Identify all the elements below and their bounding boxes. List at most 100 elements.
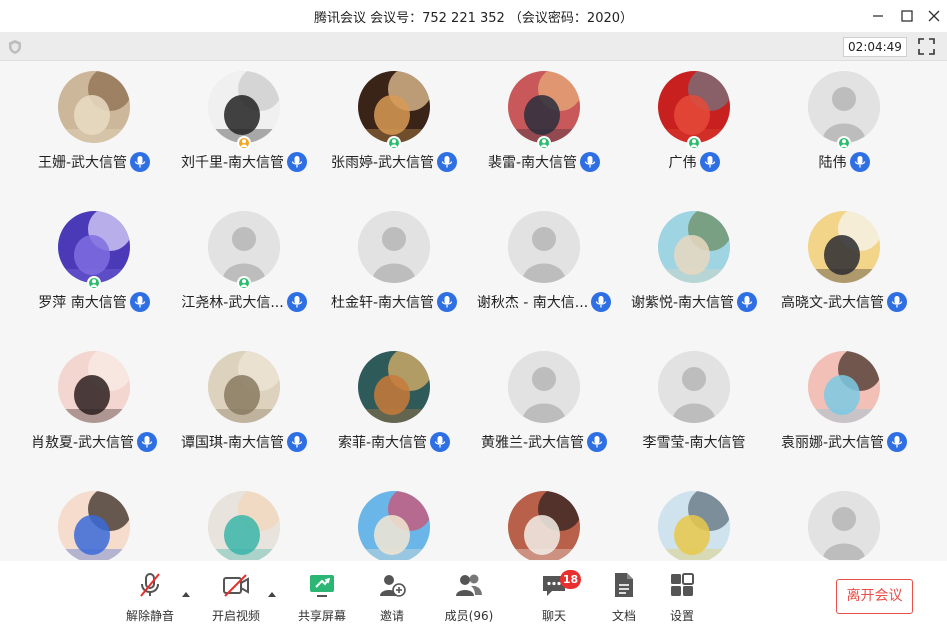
default-avatar-icon bbox=[358, 211, 430, 283]
participant-name-text: 谭国琪-南大信管 bbox=[180, 435, 285, 451]
participant-tile[interactable] bbox=[619, 481, 769, 560]
host-badge-icon bbox=[387, 136, 401, 150]
participant-name: 刘千里-南大信管 bbox=[169, 152, 319, 172]
participant-avatar bbox=[58, 491, 130, 560]
members-button[interactable]: 成员(96) bbox=[436, 561, 502, 631]
video-options-caret-icon[interactable] bbox=[267, 583, 277, 597]
participant-name: 张雨婷-武大信管 bbox=[319, 152, 469, 172]
chat-unread-badge: 18 bbox=[560, 570, 581, 589]
participant-tile[interactable]: 裴雷-南大信管 bbox=[469, 61, 619, 201]
participant-name-text: 罗萍 南大信管 bbox=[38, 295, 127, 311]
shield-icon[interactable] bbox=[7, 39, 23, 59]
leave-meeting-button[interactable]: 离开会议 bbox=[836, 579, 913, 614]
info-bar bbox=[0, 32, 947, 61]
participant-avatar bbox=[808, 351, 880, 423]
participant-avatar bbox=[358, 491, 430, 560]
audio-options-caret-icon[interactable] bbox=[181, 583, 191, 597]
docs-button[interactable]: 文档 bbox=[596, 561, 652, 631]
participant-tile[interactable]: 黄雅兰-武大信管 bbox=[469, 341, 619, 481]
default-avatar-icon bbox=[808, 71, 880, 143]
mic-on-icon bbox=[430, 432, 451, 452]
share-screen-label: 共享屏幕 bbox=[297, 609, 346, 623]
participant-name: 裴雷-南大信管 bbox=[469, 152, 619, 172]
participant-tile[interactable]: 谢秋杰 - 南大信... bbox=[469, 201, 619, 341]
participant-name-text: 高晓文-武大信管 bbox=[780, 295, 885, 311]
participant-tile[interactable]: 王姗-武大信管 bbox=[19, 61, 169, 201]
host-badge-icon bbox=[237, 276, 251, 290]
invite-label: 邀请 bbox=[379, 609, 404, 623]
fullscreen-icon[interactable] bbox=[918, 38, 935, 59]
participant-name-text: 谢秋杰 - 南大信... bbox=[476, 295, 589, 311]
host-badge-icon bbox=[87, 276, 101, 290]
participant-name: 王姗-武大信管 bbox=[19, 152, 169, 172]
settings-grid-icon bbox=[668, 571, 696, 599]
participant-avatar bbox=[658, 71, 730, 143]
mic-on-icon bbox=[699, 152, 720, 172]
participant-avatar bbox=[508, 491, 580, 560]
share-screen-icon bbox=[308, 571, 336, 599]
participant-name: 肖敖夏-武大信管 bbox=[19, 432, 169, 452]
default-avatar-icon bbox=[658, 351, 730, 423]
mic-on-icon bbox=[887, 292, 908, 312]
mic-on-icon bbox=[287, 432, 308, 452]
participant-name-text: 张雨婷-武大信管 bbox=[330, 155, 435, 171]
invite-button[interactable]: 邀请 bbox=[364, 561, 420, 631]
default-avatar-icon bbox=[508, 351, 580, 423]
participant-tile[interactable]: 袁丽娜-武大信管 bbox=[769, 341, 919, 481]
minimize-icon[interactable] bbox=[868, 6, 888, 26]
participant-avatar bbox=[658, 491, 730, 560]
default-avatar-icon bbox=[208, 211, 280, 283]
participant-tile[interactable]: 肖敖夏-武大信管 bbox=[19, 341, 169, 481]
mic-on-icon bbox=[887, 432, 908, 452]
participant-tile[interactable]: 谢紫悦-南大信管 bbox=[619, 201, 769, 341]
mic-on-icon bbox=[437, 152, 458, 172]
participant-name: 谢紫悦-南大信管 bbox=[619, 292, 769, 312]
share-screen-button[interactable]: 共享屏幕 bbox=[294, 561, 350, 631]
participant-name: 袁丽娜-武大信管 bbox=[769, 432, 919, 452]
participant-name-text: 陆伟 bbox=[818, 155, 847, 171]
participant-name-text: 袁丽娜-武大信管 bbox=[780, 435, 885, 451]
participant-tile[interactable] bbox=[769, 481, 919, 560]
unmute-label: 解除静音 bbox=[125, 609, 174, 623]
mic-on-icon bbox=[849, 152, 870, 172]
host-badge-icon bbox=[687, 136, 701, 150]
mic-muted-icon bbox=[136, 571, 164, 599]
participant-tile[interactable]: 广伟 bbox=[619, 61, 769, 201]
participant-tile[interactable]: 索菲-南大信管 bbox=[319, 341, 469, 481]
default-avatar-icon bbox=[508, 211, 580, 283]
close-icon[interactable] bbox=[924, 6, 944, 26]
participant-tile[interactable]: 高晓文-武大信管 bbox=[769, 201, 919, 341]
participant-tile[interactable]: 谭国琪-南大信管 bbox=[169, 341, 319, 481]
maximize-icon[interactable] bbox=[897, 6, 917, 26]
participant-name-text: 王姗-武大信管 bbox=[37, 155, 128, 171]
participant-name: 高晓文-武大信管 bbox=[769, 292, 919, 312]
participant-name: 索菲-南大信管 bbox=[319, 432, 469, 452]
participant-tile[interactable] bbox=[19, 481, 169, 560]
participant-tile[interactable]: 张雨婷-武大信管 bbox=[319, 61, 469, 201]
participant-avatar bbox=[358, 71, 430, 143]
participant-avatar bbox=[658, 211, 730, 283]
participant-tile[interactable] bbox=[169, 481, 319, 560]
participant-tile[interactable]: 刘千里-南大信管 bbox=[169, 61, 319, 201]
participant-tile[interactable]: 杜金轩-南大信管 bbox=[319, 201, 469, 341]
host-badge-icon bbox=[837, 136, 851, 150]
participant-name-text: 杜金轩-南大信管 bbox=[330, 295, 435, 311]
participant-avatar bbox=[58, 211, 130, 283]
video-off-icon bbox=[222, 571, 250, 599]
participant-name-text: 谢紫悦-南大信管 bbox=[630, 295, 735, 311]
start-video-label: 开启视频 bbox=[211, 609, 260, 623]
mic-on-icon bbox=[286, 292, 307, 312]
participant-tile[interactable]: 李雪莹-南大信管 bbox=[619, 341, 769, 481]
participant-name-text: 江尧林-武大信... bbox=[181, 295, 284, 311]
meeting-timer: 02:04:49 bbox=[843, 37, 907, 57]
start-video-button[interactable]: 开启视频 bbox=[208, 561, 264, 631]
settings-label: 设置 bbox=[669, 609, 694, 623]
participant-tile[interactable]: 罗萍 南大信管 bbox=[19, 201, 169, 341]
unmute-button[interactable]: 解除静音 bbox=[122, 561, 178, 631]
participant-tile[interactable] bbox=[469, 481, 619, 560]
settings-button[interactable]: 设置 bbox=[654, 561, 710, 631]
participant-tile[interactable]: 江尧林-武大信... bbox=[169, 201, 319, 341]
participant-tile[interactable]: 陆伟 bbox=[769, 61, 919, 201]
participant-avatar bbox=[358, 351, 430, 423]
participant-tile[interactable] bbox=[319, 481, 469, 560]
